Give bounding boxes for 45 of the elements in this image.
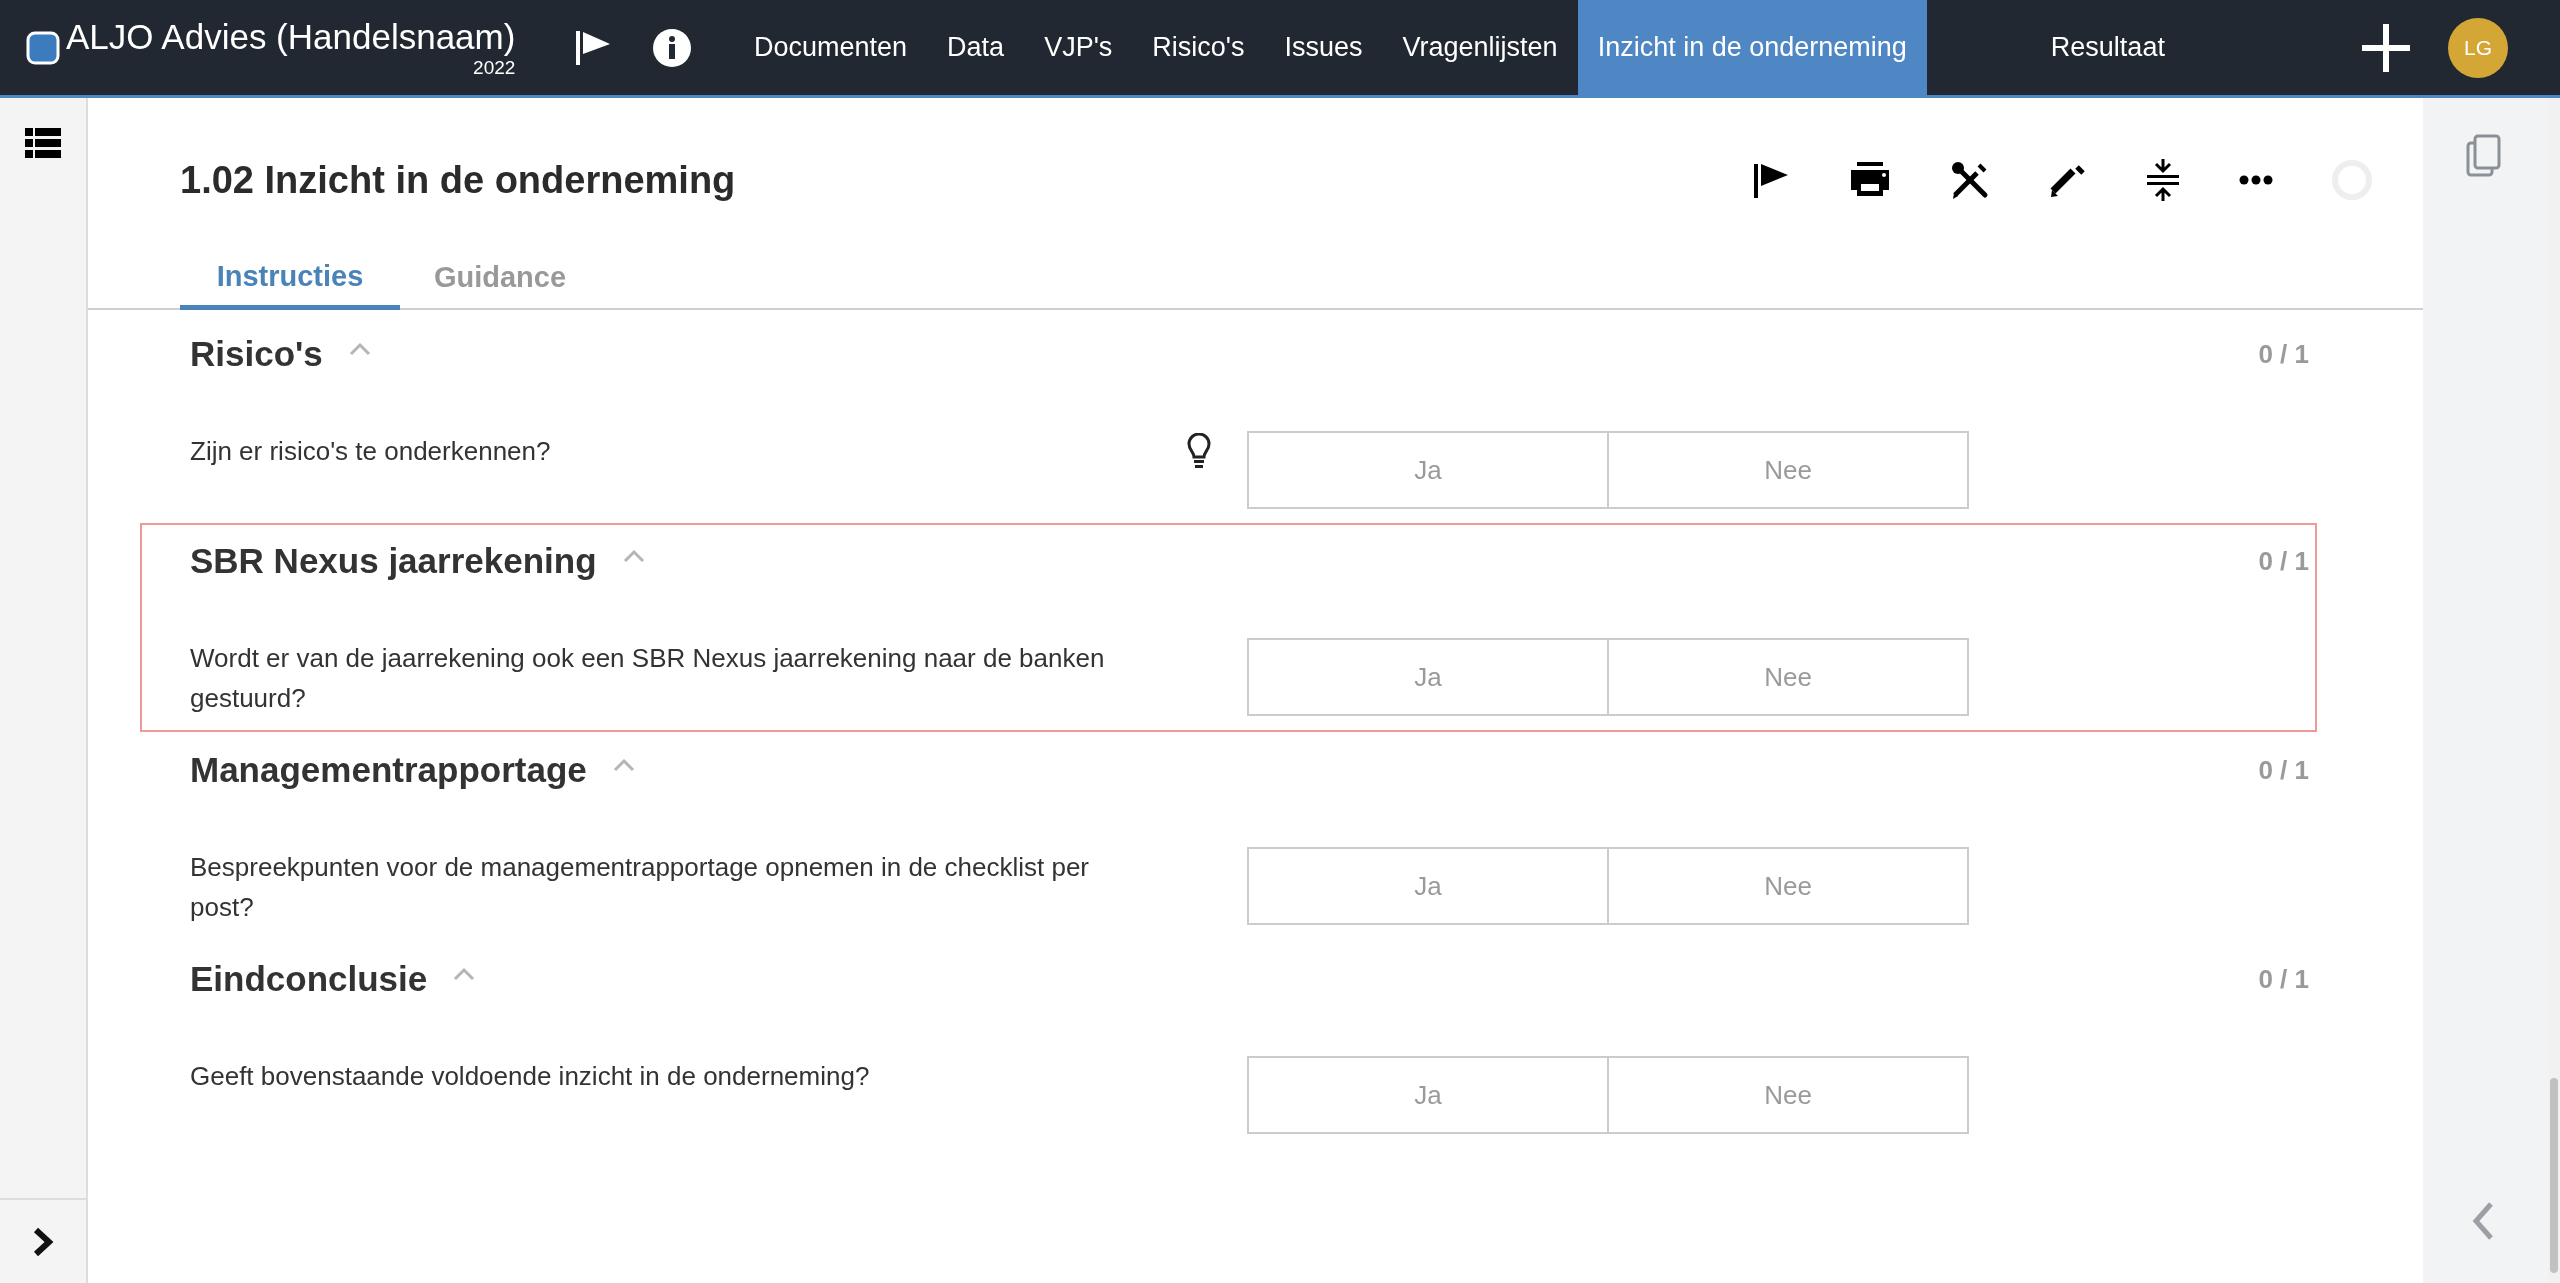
progress-count: 0 / 1	[2258, 962, 2309, 996]
plus-icon[interactable]	[2360, 21, 2412, 74]
question-text: Wordt er van de jaarrekening ook een SBR Nexus jaarrekening naar de banken gestuurd?	[190, 642, 1106, 715]
answer-option[interactable]: Ja	[1247, 638, 1609, 716]
answer-option[interactable]: Ja	[1247, 431, 1609, 509]
list-icon[interactable]	[25, 128, 61, 158]
user-avatar[interactable]: LG	[2448, 17, 2508, 78]
progress-count: 0 / 1	[2258, 753, 2309, 787]
progress-count: 0 / 1	[2258, 544, 2309, 578]
nav-tab[interactable]: Risico's	[1132, 0, 1265, 95]
answer-option[interactable]: Ja	[1247, 847, 1609, 925]
section-title: Managementrapportage	[190, 748, 587, 791]
section-title: Risico's	[190, 332, 323, 375]
app-title: ALJO Advies (Handelsnaam)	[66, 16, 516, 57]
year-label: 2022	[473, 56, 516, 79]
collapse-icon[interactable]	[2145, 159, 2181, 201]
info-icon[interactable]	[652, 27, 692, 68]
answer-option[interactable]: Nee	[1607, 638, 1969, 716]
nav-tab[interactable]: Documenten	[734, 0, 928, 95]
chevron-right-icon[interactable]	[32, 1226, 54, 1257]
answer-option[interactable]: Nee	[1607, 847, 1969, 925]
tab[interactable]: Instructies	[180, 248, 400, 310]
question-text: Bespreekpunten voor de managementrapportage opnemen in de checklist per post?	[190, 851, 1091, 924]
lightbulb-icon[interactable]	[1185, 433, 1212, 469]
copy-icon[interactable]	[2464, 134, 2501, 178]
nav-tab[interactable]: Vragenlijsten	[1382, 0, 1578, 95]
section-title: Eindconclusie	[190, 957, 428, 1000]
app-logo-icon	[26, 30, 60, 65]
question-text: Zijn er risico's te onderkennen?	[190, 435, 552, 468]
answer-option[interactable]: Ja	[1247, 1056, 1609, 1134]
progress-count: 0 / 1	[2258, 337, 2309, 371]
nav-tab[interactable]: Resultaat	[2030, 0, 2185, 95]
scrollbar-thumb[interactable]	[2550, 1078, 2558, 1273]
page-title: 1.02 Inzicht in de onderneming	[180, 157, 736, 203]
answer-option[interactable]: Nee	[1607, 1056, 1969, 1134]
nav-tab[interactable]: VJP's	[1024, 0, 1133, 95]
print-icon[interactable]	[1849, 162, 1891, 198]
nav-tab[interactable]: Data	[927, 0, 1025, 95]
answer-option[interactable]: Nee	[1607, 431, 1969, 509]
tab[interactable]: Guidance	[400, 248, 600, 308]
section-title: SBR Nexus jaarrekening	[190, 539, 597, 582]
question-text: Geeft bovenstaande voldoende inzicht in de onderneming?	[190, 1060, 871, 1093]
more-icon[interactable]	[2239, 175, 2273, 185]
nav-tab[interactable]: Issues	[1264, 0, 1383, 95]
nav-tab[interactable]: Inzicht in de onderneming	[1577, 0, 1927, 95]
